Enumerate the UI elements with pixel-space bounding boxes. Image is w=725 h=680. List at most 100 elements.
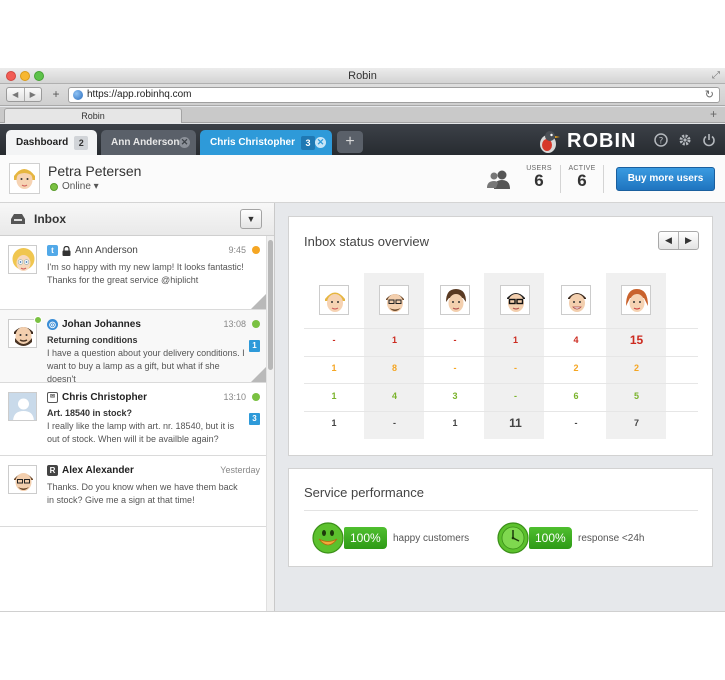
message-sender: Chris Christopher: [62, 392, 148, 403]
happy-customers-value: 100%: [344, 527, 387, 549]
inbox-message-chris-christopher[interactable]: ✉ Chris Christopher 13:10 Art. 18540 in …: [0, 383, 266, 456]
nav-buttons: ◀ ▶: [6, 87, 42, 102]
card-title: Inbox status overview: [304, 234, 430, 249]
status-cell[interactable]: 11: [486, 416, 546, 430]
forward-icon[interactable]: ▶: [25, 88, 42, 101]
inbox-message-ann-anderson[interactable]: t Ann Anderson 9:45 I'm so happy with my…: [0, 236, 266, 310]
agent-avatar[interactable]: [561, 285, 591, 315]
status-cell[interactable]: -: [486, 391, 546, 401]
fold-corner-icon: [251, 367, 266, 382]
power-icon[interactable]: [702, 133, 716, 150]
status-cell[interactable]: 4: [365, 391, 425, 401]
tab-chris-christopher[interactable]: Chris Christopher 3 ✕: [200, 130, 332, 155]
agent-avatar[interactable]: [621, 285, 651, 315]
next-icon[interactable]: ▶: [679, 232, 698, 249]
tab-dashboard[interactable]: Dashboard 2: [6, 130, 97, 155]
agent-avatar[interactable]: [379, 285, 409, 315]
status-cell[interactable]: -: [425, 335, 485, 345]
gear-icon[interactable]: [678, 133, 692, 150]
status-cell[interactable]: 8: [365, 363, 425, 373]
mail-icon: ✉: [47, 392, 58, 403]
reload-icon[interactable]: ↻: [705, 88, 714, 102]
url-text: https://app.robinhq.com: [87, 89, 192, 100]
status-cell[interactable]: -: [304, 335, 364, 345]
clock-icon: [497, 522, 529, 554]
status-cell[interactable]: 1: [425, 418, 485, 428]
users-value: 6: [534, 171, 544, 190]
previous-icon[interactable]: ◀: [659, 232, 679, 249]
message-header: R Alex Alexander: [47, 465, 134, 476]
new-tab-icon[interactable]: +: [710, 107, 717, 121]
inbox-filter-dropdown[interactable]: ▼: [240, 209, 262, 229]
user-name: Petra Petersen: [48, 163, 142, 179]
status-cell[interactable]: 5: [607, 391, 667, 401]
window-title: Robin: [348, 70, 377, 82]
close-tab-icon[interactable]: ✕: [315, 137, 326, 148]
message-header: t Ann Anderson: [47, 245, 138, 256]
browser-tab[interactable]: Robin: [4, 108, 182, 123]
inbox-message-alex-alexander[interactable]: R Alex Alexander Yesterday Thanks. Do yo…: [0, 456, 266, 527]
tab-ann-anderson[interactable]: Ann Anderson ✕: [101, 130, 196, 155]
message-sender: Alex Alexander: [62, 465, 134, 476]
inbox-status-overview-card: Inbox status overview ◀ ▶ - 1 - 1 4 15 1…: [288, 216, 713, 456]
avatar: [8, 245, 37, 274]
status-cell[interactable]: 1: [365, 335, 425, 345]
agent-avatar[interactable]: [319, 285, 349, 315]
message-subject: Art. 18540 in stock?: [47, 408, 133, 418]
message-preview: I'm so happy with my new lamp! It looks …: [47, 262, 244, 285]
message-preview: I really like the lamp with art. nr. 185…: [47, 421, 235, 444]
status-cell[interactable]: 1: [486, 335, 546, 345]
avatar: [8, 392, 37, 421]
status-cell[interactable]: 15: [607, 333, 667, 347]
pager: ◀ ▶: [658, 231, 699, 250]
avatar[interactable]: [9, 163, 40, 194]
buy-more-users-button[interactable]: Buy more users: [616, 167, 715, 191]
status-cell[interactable]: 7: [607, 418, 667, 428]
message-time: Yesterday: [220, 465, 260, 475]
status-cell[interactable]: -: [425, 363, 485, 373]
status-cell[interactable]: -: [365, 418, 425, 428]
status-cell[interactable]: 6: [546, 391, 606, 401]
status-cell[interactable]: 1: [304, 363, 364, 373]
status-cell[interactable]: 1: [304, 418, 364, 428]
inbox-title: Inbox: [34, 212, 66, 226]
close-tab-icon[interactable]: ✕: [179, 137, 190, 148]
bottom-edge: [0, 611, 725, 612]
status-dot: [252, 246, 260, 254]
message-time: 13:08: [223, 319, 246, 329]
agent-avatar[interactable]: [440, 285, 470, 315]
inbox-scrollbar[interactable]: [266, 236, 274, 612]
add-bookmark-icon[interactable]: +: [48, 87, 64, 102]
agent-avatar[interactable]: [500, 285, 530, 315]
message-time: 13:10: [223, 392, 246, 402]
service-performance-card: Service performance 100% happy customers…: [288, 468, 713, 567]
add-tab-button[interactable]: +: [337, 131, 363, 153]
help-icon[interactable]: ?: [654, 133, 668, 150]
row-divider: [304, 328, 698, 329]
fold-corner-icon: [251, 294, 266, 309]
status-cell[interactable]: -: [486, 363, 546, 373]
back-icon[interactable]: ◀: [7, 88, 25, 101]
scrollbar-thumb[interactable]: [268, 240, 273, 370]
status-cell[interactable]: 1: [304, 391, 364, 401]
avatar: [8, 465, 37, 494]
divider: [304, 510, 698, 511]
app-header: Dashboard 2 Ann Anderson ✕ Chris Christo…: [0, 124, 725, 155]
browser-window: Robin ⤢ ◀ ▶ + https://app.robinhq.com ↻ …: [0, 68, 725, 612]
status-cell[interactable]: 2: [546, 363, 606, 373]
active-value: 6: [577, 171, 587, 190]
address-bar[interactable]: https://app.robinhq.com ↻: [68, 87, 720, 103]
inbox-message-johan-johannes[interactable]: ◎ Johan Johannes 13:08 Returning conditi…: [0, 310, 266, 384]
row-divider: [304, 411, 698, 412]
status-cell[interactable]: 2: [607, 363, 667, 373]
message-time: 9:45: [228, 245, 246, 255]
status-cell[interactable]: -: [546, 418, 606, 428]
fullscreen-icon[interactable]: ⤢: [712, 70, 720, 81]
status-dropdown[interactable]: Online ▾: [50, 181, 99, 192]
status-dot: [252, 320, 260, 328]
web-icon: ◎: [47, 319, 58, 330]
happy-customers-label: happy customers: [393, 533, 470, 544]
status-cell[interactable]: 4: [546, 335, 606, 345]
browser-toolbar: ◀ ▶ + https://app.robinhq.com ↻: [0, 84, 725, 106]
status-cell[interactable]: 3: [425, 391, 485, 401]
